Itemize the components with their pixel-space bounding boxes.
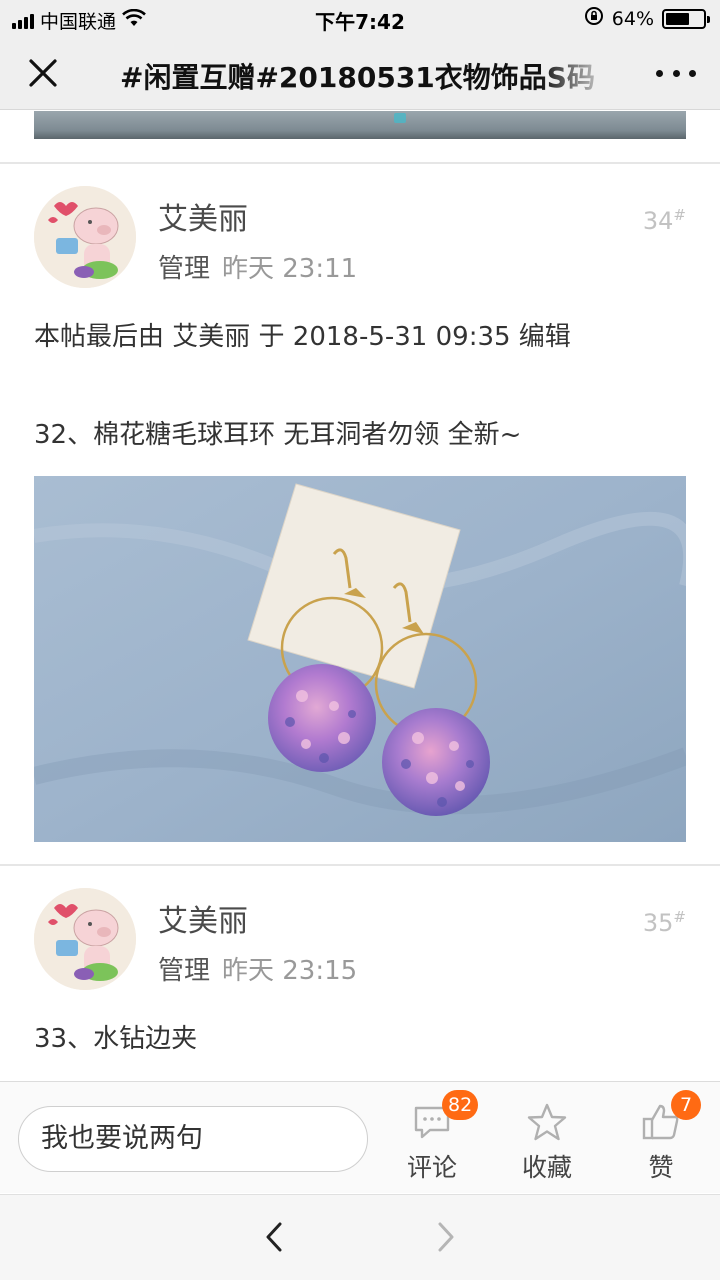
post-divider: [0, 864, 720, 866]
favorite-label: 收藏: [521, 1153, 572, 1182]
post-divider: [0, 162, 720, 164]
star-icon: [527, 1103, 567, 1141]
battery-icon: [662, 8, 710, 29]
status-bar: 中国联通 下午7:42 64%: [0, 0, 720, 36]
post-time: 昨天 23:15: [222, 956, 358, 986]
nav-bar: #闲置互赠#20180531衣物饰品S码: [0, 36, 720, 110]
orientation-lock-icon: [584, 6, 604, 31]
floor-number: 34#: [642, 206, 686, 235]
more-button[interactable]: [656, 58, 696, 88]
floor-number: 35#: [642, 908, 686, 937]
action-bar: 我也要说两句 评论 82 收藏 赞 7: [0, 1081, 720, 1193]
page-title: #闲置互赠#20180531衣物饰品S码: [120, 61, 595, 94]
like-count-badge: 7: [671, 1090, 701, 1120]
more-dots-icon: [656, 69, 663, 77]
like-label: 赞: [648, 1153, 674, 1182]
comment-count-badge: 82: [442, 1090, 479, 1120]
post-photo[interactable]: [31, 476, 698, 842]
forward-button[interactable]: [426, 1217, 466, 1257]
chevron-right-icon: [438, 1222, 454, 1252]
author-name[interactable]: 艾美丽: [158, 194, 248, 238]
chevron-left-icon: [266, 1222, 282, 1252]
author-name[interactable]: 艾美丽: [158, 896, 248, 940]
post-time: 昨天 23:11: [222, 254, 358, 284]
edit-note: 本帖最后由 艾美丽 于 2018-5-31 09:35 编辑: [34, 322, 571, 352]
avatar[interactable]: [34, 186, 136, 288]
battery-percent: 64%: [611, 7, 654, 30]
status-right: 64%: [584, 6, 710, 31]
author-role: 管理: [158, 956, 211, 986]
author-role: 管理: [158, 254, 211, 284]
battery-fill: [666, 12, 690, 25]
browser-toolbar: [0, 1194, 720, 1280]
close-button[interactable]: [18, 48, 68, 98]
post-text: 33、水钻边夹: [34, 1024, 198, 1054]
comment-label: 评论: [406, 1153, 457, 1182]
close-icon: [29, 59, 57, 87]
previous-post-photo[interactable]: [34, 111, 686, 139]
thread-content[interactable]: 艾美丽 管理 昨天 23:11 34# 本帖最后由 艾美丽 于 2018-5-3…: [0, 111, 720, 1081]
comment-input[interactable]: 我也要说两句: [18, 1106, 368, 1172]
avatar[interactable]: [34, 888, 136, 990]
back-button[interactable]: [254, 1217, 294, 1257]
like-button[interactable]: 赞 7: [611, 1090, 711, 1188]
favorite-button[interactable]: 收藏: [497, 1098, 597, 1188]
comment-button[interactable]: 评论 82: [382, 1090, 482, 1188]
post-text: 32、棉花糖毛球耳环 无耳洞者勿领 全新~: [34, 420, 522, 450]
